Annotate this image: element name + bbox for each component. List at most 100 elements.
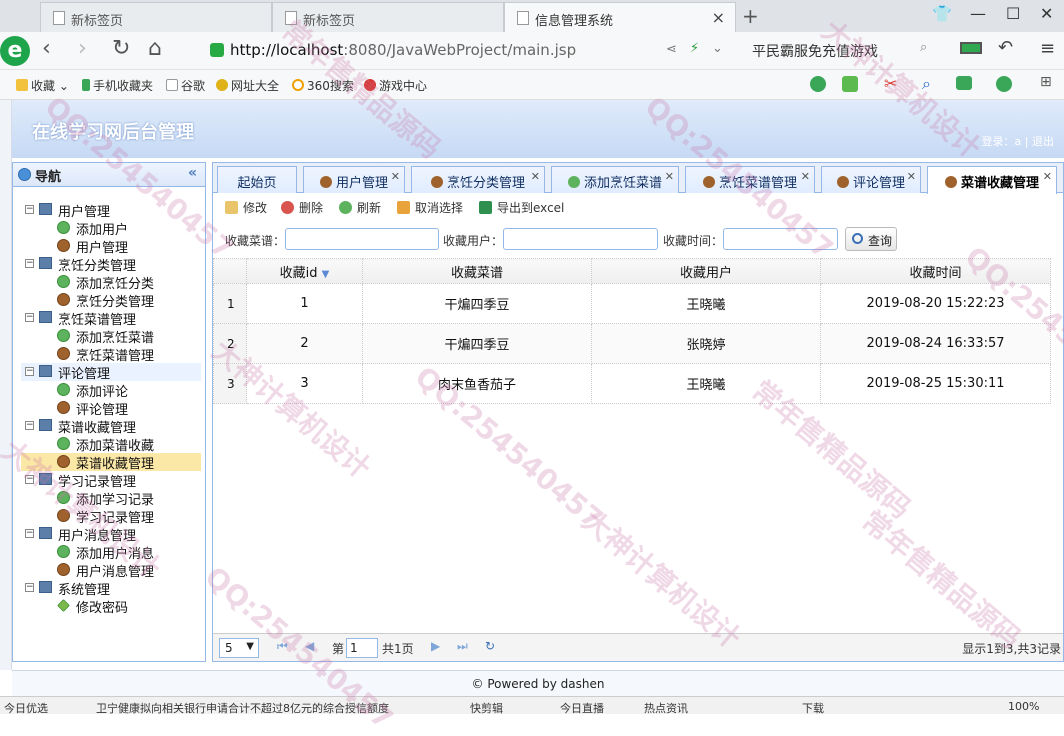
nav-item[interactable]: 用户管理 [21,237,201,256]
collapse-icon[interactable]: « [188,165,197,181]
nav-item[interactable]: 评论管理 [21,399,201,418]
nav-item[interactable]: 添加学习记录 [21,489,201,508]
forward-icon[interactable]: › [78,36,87,61]
promo-link[interactable]: 平民霸服免充值游戏 [752,41,878,61]
gamepad-icon[interactable] [956,76,972,90]
page-size-select[interactable]: 5 ▼ [219,638,259,658]
page-tab[interactable]: 用户管理 ✕ [303,166,405,193]
nav-item[interactable]: 添加菜谱收藏 [21,435,201,454]
scissors-icon[interactable]: ✂ [884,74,897,93]
nav-group[interactable]: − 菜谱收藏管理 [21,417,201,436]
search-icon[interactable]: ⌕ [920,40,927,55]
magnifier-icon[interactable]: ⌕ [922,74,931,94]
last-page-icon[interactable]: ⏭ [457,639,468,654]
grid-icon[interactable]: ⊞ [1040,74,1052,90]
recipe-input[interactable] [285,228,439,250]
collapse-toggle-icon[interactable]: − [25,259,34,268]
collapse-toggle-icon[interactable]: − [25,313,34,322]
skin-icon[interactable]: 👕 [932,4,952,23]
browser-tab-active[interactable]: 信息管理系统 × [504,2,736,32]
collapse-toggle-icon[interactable]: − [25,367,34,376]
next-page-icon[interactable]: ▶ [431,639,440,653]
minimize-icon[interactable]: — [970,4,986,23]
nav-item[interactable]: 添加烹饪菜谱 [21,327,201,346]
collapse-toggle-icon[interactable]: − [25,205,34,214]
nav-group[interactable]: − 用户消息管理 [21,525,201,544]
collapse-toggle-icon[interactable]: − [25,421,34,430]
user-info[interactable]: 登录：a | 退出 [982,133,1054,149]
bookmark-google[interactable]: 谷歌 [166,77,205,94]
url-field[interactable]: http://localhost:8080/JavaWebProject/mai… [206,36,736,64]
close-icon[interactable]: ✕ [665,170,674,183]
menu-icon[interactable]: ≡ [1040,38,1055,59]
undo-icon[interactable]: ↶ [998,37,1013,58]
nav-item[interactable]: 菜谱收藏管理 [21,453,201,472]
query-button[interactable]: 查询 [845,227,897,251]
table-row[interactable]: 2 2 干煸四季豆 张晓婷 2019-08-24 16:33:57 [213,323,1051,364]
column-header-recipe[interactable]: 收藏菜谱 [362,258,592,284]
refresh-button[interactable]: 刷新 [339,199,381,216]
cancel-select-button[interactable]: 取消选择 [397,199,463,216]
nav-group[interactable]: − 学习记录管理 [21,471,201,490]
nav-group[interactable]: − 烹饪菜谱管理 [21,309,201,328]
page-number-input[interactable]: 1 [346,638,378,658]
close-icon[interactable]: ✕ [391,170,400,183]
nav-item[interactable]: 添加烹饪分类 [21,273,201,292]
close-window-icon[interactable]: ✕ [1040,4,1053,23]
collapse-toggle-icon[interactable]: − [25,583,34,592]
first-page-icon[interactable]: ⏮ [277,639,288,654]
collapse-toggle-icon[interactable]: − [25,529,34,538]
column-header-time[interactable]: 收藏时间 [820,258,1051,284]
nav-group[interactable]: − 用户管理 [21,201,201,220]
battery-icon[interactable] [960,42,982,54]
nav-group[interactable]: − 系统管理 [21,579,201,598]
nav-item[interactable]: 烹饪菜谱管理 [21,345,201,364]
nav-group[interactable]: − 评论管理 [21,363,201,382]
nav-item[interactable]: 添加用户 [21,219,201,238]
bookmark-sites[interactable]: 网址大全 [216,77,279,94]
nav-item[interactable]: 添加评论 [21,381,201,400]
back-icon[interactable]: ‹ [42,36,51,61]
close-icon[interactable]: ✕ [1043,170,1052,183]
share-icon[interactable]: ⋖ [666,42,677,57]
user-input[interactable] [503,228,658,250]
export-excel-button[interactable]: 导出到excel [479,199,564,216]
edit-button[interactable]: 修改 [225,199,267,216]
page-tab[interactable]: 起始页 [217,166,297,193]
chat-icon[interactable] [810,76,826,92]
delete-button[interactable]: 删除 [281,199,323,216]
bookmark-360search[interactable]: 360搜索 [292,77,354,94]
close-icon[interactable]: ✕ [801,170,810,183]
page-tab[interactable]: 添加烹饪菜谱 ✕ [551,166,679,193]
close-icon[interactable]: ✕ [907,170,916,183]
column-header-id[interactable]: 收藏id ▼ [246,258,363,284]
bookmark-favorites[interactable]: 收藏 ⌄ [16,77,69,94]
bookmark-games[interactable]: 游戏中心 [364,77,427,94]
column-header-user[interactable]: 收藏用户 [591,258,821,284]
nav-item[interactable]: 修改密码 [21,597,201,616]
nav-item[interactable]: 烹饪分类管理 [21,291,201,310]
close-tab-icon[interactable]: × [712,8,725,27]
maximize-icon[interactable]: ☐ [1006,4,1020,23]
money-icon[interactable] [996,76,1012,92]
page-tab[interactable]: 评论管理 ✕ [821,166,921,193]
page-tab[interactable]: 烹饪菜谱管理 ✕ [685,166,815,193]
table-row[interactable]: 3 3 肉末鱼香茄子 王晓曦 2019-08-25 15:30:11 [213,363,1051,404]
extension-icon[interactable] [842,76,858,92]
page-tab[interactable]: 菜谱收藏管理 ✕ [927,166,1057,194]
nav-item[interactable]: 学习记录管理 [21,507,201,526]
bookmark-mobile[interactable]: 手机收藏夹 [82,77,153,94]
reload-icon[interactable]: ↻ [112,36,130,61]
home-icon[interactable]: ⌂ [148,36,162,61]
nav-item[interactable]: 用户消息管理 [21,561,201,580]
zoom-level[interactable]: 100% [1008,700,1039,713]
reload-icon[interactable]: ↻ [485,639,495,653]
nav-group[interactable]: − 烹饪分类管理 [21,255,201,274]
browser-tab[interactable]: 新标签页 [272,2,504,32]
nav-item[interactable]: 添加用户消息 [21,543,201,562]
browser-tab[interactable]: 新标签页 [40,2,272,32]
lightning-icon[interactable]: ⚡ [690,41,699,56]
new-tab-icon[interactable]: + [742,4,759,28]
chevron-down-icon[interactable]: ⌄ [712,41,723,56]
collapse-toggle-icon[interactable]: − [25,475,34,484]
